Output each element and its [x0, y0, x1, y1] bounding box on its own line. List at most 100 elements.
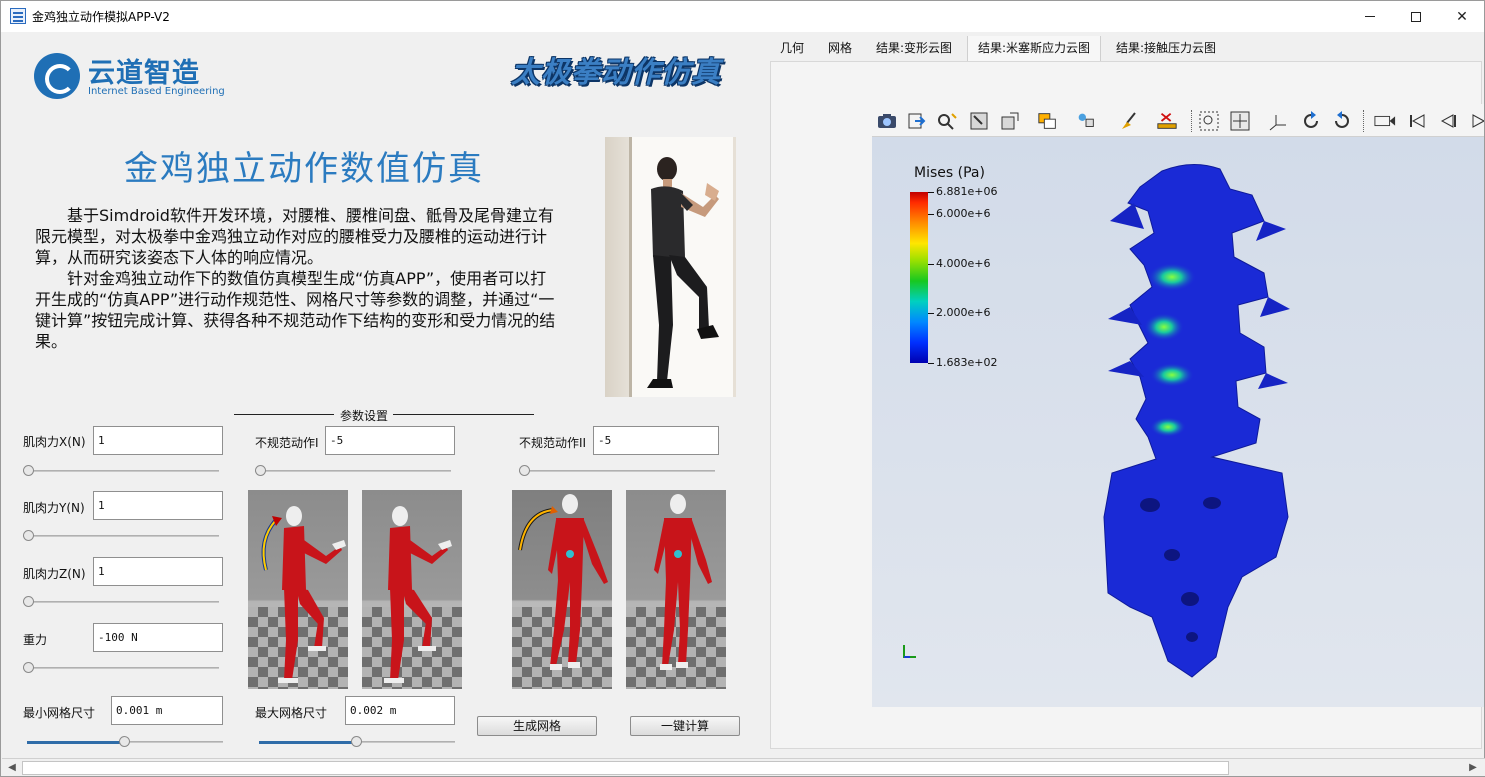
muscle-z-input[interactable]: 1 — [93, 557, 223, 586]
skeleton-figure — [261, 506, 346, 683]
zoom-probe-icon[interactable] — [936, 110, 958, 132]
min-mesh-input[interactable]: 0.001 m — [111, 696, 223, 725]
skeleton-irregular-1-normal — [362, 490, 462, 689]
fit-box-icon[interactable] — [968, 110, 990, 132]
gravity-label: 重力 — [23, 633, 48, 647]
legend-tick — [928, 214, 934, 215]
skeleton-irregular-2-deviant — [512, 490, 612, 689]
legend-label: 1.683e+02 — [936, 356, 998, 369]
irregular-action-2-input[interactable]: -5 — [593, 426, 719, 455]
muscle-z-label: 肌肉力Z(N) — [23, 567, 86, 581]
generate-mesh-button[interactable]: 生成网格 — [477, 716, 597, 736]
section-label: 参数设置 — [340, 409, 389, 423]
video-icon[interactable] — [1374, 110, 1396, 132]
color-bar — [910, 192, 928, 363]
min-mesh-slider[interactable] — [27, 736, 223, 748]
scroll-right-icon[interactable]: ▶ — [1465, 760, 1481, 776]
irregular-action-2-slider[interactable] — [519, 465, 715, 477]
legend-label: 4.000e+6 — [936, 257, 991, 270]
legend-label: 6.881e+06 — [936, 185, 998, 198]
tab-deformation[interactable]: 结果:变形云图 — [866, 36, 962, 61]
first-frame-icon[interactable] — [1406, 110, 1428, 132]
gravity-slider[interactable] — [23, 662, 219, 674]
rotate-cw-icon[interactable] — [1300, 110, 1322, 132]
max-mesh-slider[interactable] — [259, 736, 455, 748]
rotate-ccw-icon[interactable] — [1331, 110, 1353, 132]
muscle-y-input[interactable]: 1 — [93, 491, 223, 520]
scroll-left-icon[interactable]: ◀ — [4, 760, 20, 776]
gravity-input[interactable]: -100 N — [93, 623, 223, 652]
slider-thumb[interactable] — [119, 736, 130, 747]
irregular-action-1-label: 不规范动作I — [255, 436, 319, 450]
irregular-action-2-label: 不规范动作II — [519, 436, 587, 450]
play-icon[interactable] — [1466, 110, 1485, 132]
delete-ruler-icon[interactable] — [1156, 110, 1178, 132]
muscle-x-label: 肌肉力X(N) — [23, 435, 86, 449]
tab-mises-stress[interactable]: 结果:米塞斯应力云图 — [967, 36, 1102, 61]
brush-icon[interactable] — [1119, 110, 1141, 132]
maximize-button[interactable] — [1393, 1, 1439, 32]
tab-mesh[interactable]: 网格 — [818, 36, 862, 61]
slider-thumb[interactable] — [255, 465, 266, 476]
zoom-all-icon[interactable] — [1229, 110, 1251, 132]
viewer-3d[interactable] — [872, 137, 1484, 707]
layers-icon[interactable] — [1037, 110, 1059, 132]
page-title: 金鸡独立动作数值仿真 — [124, 149, 484, 189]
pose-photo — [605, 137, 736, 397]
description-paragraph-1: 基于Simdroid软件开发环境，对腰椎、腰椎间盘、骶骨及尾骨建立有限元模型，对… — [35, 206, 554, 267]
legend-tick — [928, 313, 934, 314]
zoom-region-icon[interactable] — [1198, 110, 1220, 132]
horizontal-scrollbar[interactable]: ◀ ▶ — [2, 758, 1485, 776]
logo-text-cn: 云道智造 — [88, 58, 200, 89]
result-tabs: 几何 网格 结果:变形云图 结果:米塞斯应力云图 结果:接触压力云图 — [770, 36, 1482, 61]
slider-thumb[interactable] — [23, 530, 34, 541]
lamp-icon[interactable] — [1075, 110, 1097, 132]
description-paragraph-2: 针对金鸡独立动作下的数值仿真模型生成“仿真APP”，使用者可以打开生成的“仿真A… — [35, 269, 556, 351]
company-logo: 云道智造 Internet Based Engineering — [34, 51, 225, 101]
legend-label: 2.000e+6 — [936, 306, 991, 319]
spine-model — [1103, 164, 1290, 678]
axes-icon[interactable] — [1268, 110, 1290, 132]
description: 基于Simdroid软件开发环境，对腰椎、腰椎间盘、骶骨及尾骨建立有限元模型，对… — [35, 205, 560, 352]
export-icon[interactable] — [906, 110, 928, 132]
irregular-action-1-slider[interactable] — [255, 465, 451, 477]
legend-label: 6.000e+6 — [936, 207, 991, 220]
person-figure — [647, 157, 719, 388]
slider-thumb[interactable] — [23, 465, 34, 476]
minimize-button[interactable] — [1347, 1, 1393, 32]
title-bar: 金鸡独立动作模拟APP-V2 ✕ — [1, 1, 1484, 32]
legend-tick — [928, 264, 934, 265]
close-button[interactable]: ✕ — [1439, 1, 1485, 32]
tab-contact-pressure[interactable]: 结果:接触压力云图 — [1106, 36, 1226, 61]
legend-tick — [928, 192, 934, 193]
minimize-icon — [1365, 16, 1375, 17]
max-mesh-label: 最大网格尺寸 — [255, 706, 328, 720]
skeleton-figure — [654, 494, 712, 670]
camera-icon[interactable] — [876, 110, 898, 132]
slider-thumb[interactable] — [23, 662, 34, 673]
box-icon[interactable] — [999, 110, 1021, 132]
section-rule-left — [234, 414, 334, 415]
prev-frame-icon[interactable] — [1437, 110, 1459, 132]
legend-tick — [928, 363, 934, 364]
skeleton-irregular-2-normal — [626, 490, 726, 689]
skeleton-irregular-1-deviant — [248, 490, 348, 689]
scroll-thumb[interactable] — [22, 761, 1229, 775]
maximize-icon — [1411, 11, 1421, 22]
tab-geometry[interactable]: 几何 — [770, 36, 814, 61]
legend-title: Mises (Pa) — [914, 165, 985, 181]
min-mesh-label: 最小网格尺寸 — [23, 706, 96, 720]
slider-thumb[interactable] — [519, 465, 530, 476]
muscle-x-input[interactable]: 1 — [93, 426, 223, 455]
max-mesh-input[interactable]: 0.002 m — [345, 696, 455, 725]
viewer-toolbar — [872, 104, 1484, 137]
irregular-action-1-input[interactable]: -5 — [325, 426, 455, 455]
app-window: 金鸡独立动作模拟APP-V2 ✕ 云道智造 Internet Based Eng… — [0, 0, 1485, 777]
muscle-z-slider[interactable] — [23, 596, 219, 608]
slider-thumb[interactable] — [351, 736, 362, 747]
one-click-compute-button[interactable]: 一键计算 — [630, 716, 740, 736]
slider-thumb[interactable] — [23, 596, 34, 607]
close-icon: ✕ — [1456, 8, 1468, 25]
muscle-y-slider[interactable] — [23, 530, 219, 542]
muscle-x-slider[interactable] — [23, 465, 219, 477]
